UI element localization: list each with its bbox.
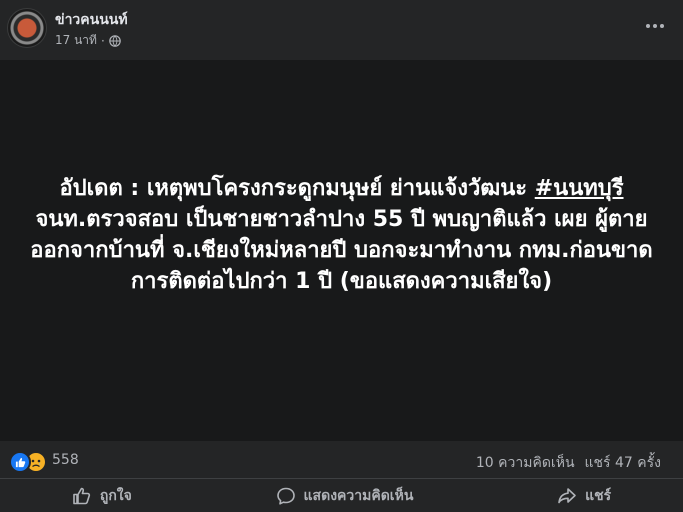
comment-button[interactable]: แสดงความคิดเห็น: [276, 485, 414, 507]
meta-separator: ·: [100, 33, 105, 48]
thumbs-up-icon: [73, 487, 90, 504]
like-label: ถูกใจ: [99, 487, 132, 504]
page-avatar[interactable]: [7, 8, 47, 48]
post-text: อัปเดต : เหตุพบโครงกระดูกมนุษย์ ย่านแจ้ง…: [30, 173, 653, 297]
like-icon: [9, 451, 31, 473]
comment-label: แสดงความคิดเห็น: [303, 487, 414, 504]
dot: [660, 24, 664, 28]
post-stats: 10 ความคิดเห็น แชร์ 47 ครั้ง: [476, 452, 661, 474]
facebook-post: ข่าวคนนนท์ 17 นาที · อัปเดต : เหตุพบโครง…: [0, 0, 683, 512]
share-button[interactable]: แชร์: [557, 485, 611, 507]
post-meta: 17 นาที ·: [55, 31, 121, 50]
hashtag-link[interactable]: #นนทบุรี: [535, 176, 624, 201]
reaction-icons[interactable]: [9, 451, 47, 473]
share-count[interactable]: แชร์ 47 ครั้ง: [585, 452, 661, 474]
share-label: แชร์: [585, 487, 612, 504]
post-image[interactable]: อัปเดต : เหตุพบโครงกระดูกมนุษย์ ย่านแจ้ง…: [0, 60, 683, 441]
dot: [653, 24, 657, 28]
page-name-link[interactable]: ข่าวคนนนท์: [55, 9, 128, 31]
reaction-count[interactable]: 558: [52, 452, 79, 468]
post-text-part2: จนท.ตรวจสอบ เป็นชายชาวลำปาง 55 ปี พบญาติ…: [30, 207, 653, 294]
more-options-icon[interactable]: [643, 16, 667, 36]
post-header: ข่าวคนนนท์ 17 นาที ·: [0, 0, 683, 60]
comment-icon: [276, 487, 295, 505]
action-bar: ถูกใจ แสดงความคิดเห็น แชร์: [0, 479, 683, 512]
globe-icon[interactable]: [108, 34, 121, 47]
comment-count[interactable]: 10 ความคิดเห็น: [476, 452, 575, 474]
like-button[interactable]: ถูกใจ: [72, 485, 132, 507]
post-timestamp[interactable]: 17 นาที: [55, 31, 97, 50]
post-text-part1: อัปเดต : เหตุพบโครงกระดูกมนุษย์ ย่านแจ้ง…: [59, 176, 535, 201]
share-icon: [558, 487, 576, 503]
dot: [646, 24, 650, 28]
reactions-bar: 558 10 ความคิดเห็น แชร์ 47 ครั้ง: [0, 441, 683, 479]
